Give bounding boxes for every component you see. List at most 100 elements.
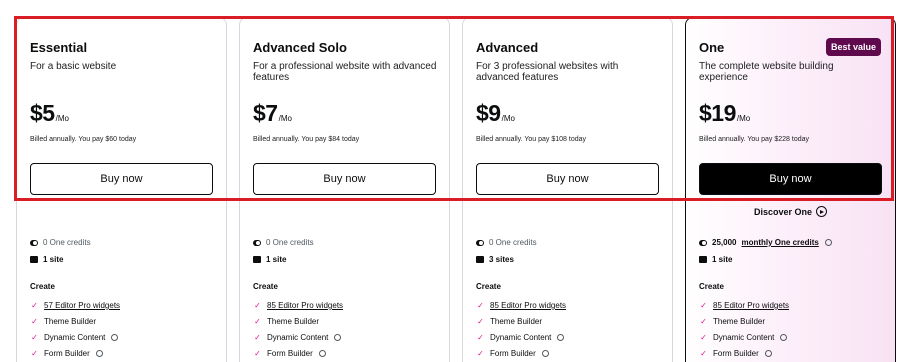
check-icon: ✓	[254, 317, 261, 326]
info-icon[interactable]	[541, 350, 549, 357]
check-icon: ✓	[700, 333, 707, 342]
credits-amount: 25,000	[712, 238, 737, 247]
check-icon: ✓	[477, 301, 484, 310]
feature-text: Theme Builder	[713, 317, 766, 326]
feature-link[interactable]: 85 Editor Pro widgets	[267, 301, 343, 310]
credits-row: 0 One credits	[253, 238, 441, 247]
price: $9 /Mo	[476, 100, 515, 127]
check-icon: ✓	[254, 333, 261, 342]
buy-now-button[interactable]: Buy now	[476, 163, 659, 195]
feature-item: ✓ Dynamic Content	[699, 333, 887, 342]
credits-text: 0 One credits	[266, 238, 314, 247]
credits-text: 0 One credits	[43, 238, 91, 247]
feature-link[interactable]: 85 Editor Pro widgets	[713, 301, 789, 310]
check-icon: ✓	[31, 301, 38, 310]
credits-link[interactable]: monthly One credits	[741, 238, 818, 247]
price: $19 /Mo	[699, 100, 750, 127]
billing-note: Billed annually. You pay $60 today	[30, 136, 137, 143]
feature-item: ✓ Form Builder	[30, 349, 218, 358]
credits-icon	[699, 239, 707, 246]
feature-text: Dynamic Content	[44, 333, 106, 342]
plan-card-advanced: Advanced For 3 professional websites wit…	[462, 17, 673, 362]
info-icon[interactable]	[318, 350, 326, 357]
price-unit: /Mo	[736, 114, 751, 123]
site-icon	[476, 256, 484, 263]
price-unit: /Mo	[55, 114, 69, 123]
feature-item: ✓ Form Builder	[476, 349, 664, 358]
info-icon[interactable]	[824, 239, 832, 246]
sites-text: 1 site	[266, 255, 287, 264]
check-icon: ✓	[31, 317, 38, 326]
feature-item: ✓ 85 Editor Pro widgets	[253, 301, 441, 310]
check-icon: ✓	[254, 301, 261, 310]
feature-text: Dynamic Content	[267, 333, 329, 342]
plan-description: For a basic website	[30, 61, 117, 72]
create-heading: Create	[699, 282, 724, 291]
plan-card-one: One Best value The complete website buil…	[685, 17, 896, 362]
feature-item: ✓ 85 Editor Pro widgets	[476, 301, 664, 310]
feature-item: ✓ Theme Builder	[699, 317, 887, 326]
price-amount: $9	[476, 100, 501, 126]
sites-row: 3 sites	[476, 255, 664, 264]
price-unit: /Mo	[278, 114, 292, 123]
feature-text: Theme Builder	[490, 317, 543, 326]
credits-row: 0 One credits	[476, 238, 664, 247]
buy-now-button[interactable]: Buy now	[253, 163, 436, 195]
feature-text: Dynamic Content	[713, 333, 775, 342]
price-amount: $19	[699, 100, 736, 126]
buy-now-button[interactable]: Buy now	[30, 163, 213, 195]
feature-item: ✓ Form Builder	[699, 349, 887, 358]
feature-item: ✓ Theme Builder	[253, 317, 441, 326]
feature-text: Theme Builder	[267, 317, 320, 326]
feature-text: Form Builder	[44, 349, 90, 358]
credits-icon	[30, 239, 38, 246]
feature-item: ✓ Dynamic Content	[476, 333, 664, 342]
check-icon: ✓	[31, 333, 38, 342]
info-icon[interactable]	[764, 350, 772, 357]
check-icon: ✓	[700, 349, 707, 358]
price-amount: $7	[253, 100, 278, 126]
info-icon[interactable]	[780, 334, 788, 341]
info-icon[interactable]	[557, 334, 565, 341]
check-icon: ✓	[31, 349, 38, 358]
info-icon[interactable]	[111, 334, 119, 341]
feature-item: ✓ Theme Builder	[30, 317, 218, 326]
feature-item: ✓ 85 Editor Pro widgets	[699, 301, 887, 310]
price-amount: $5	[30, 100, 55, 126]
plan-name: Essential	[30, 40, 88, 55]
check-icon: ✓	[477, 333, 484, 342]
discover-one-link[interactable]: Discover One	[686, 206, 895, 217]
price: $7 /Mo	[253, 100, 292, 127]
credits-icon	[476, 239, 484, 246]
check-icon: ✓	[254, 349, 261, 358]
play-icon	[816, 206, 828, 217]
create-heading: Create	[476, 282, 501, 291]
feature-item: ✓ 57 Editor Pro widgets	[30, 301, 218, 310]
credits-text: 0 One credits	[489, 238, 537, 247]
plan-card-advanced-solo: Advanced Solo For a professional website…	[239, 17, 450, 362]
price: $5 /Mo	[30, 100, 69, 127]
create-heading: Create	[30, 282, 55, 291]
plan-description: For a professional website with advanced…	[253, 61, 437, 83]
sites-row: 1 site	[30, 255, 218, 264]
billing-note: Billed annually. You pay $108 today	[476, 136, 587, 143]
sites-text: 1 site	[43, 255, 64, 264]
buy-now-button[interactable]: Buy now	[699, 163, 882, 195]
plan-name: Advanced Solo	[253, 40, 347, 55]
site-icon	[699, 256, 707, 263]
plan-card-essential: Essential For a basic website $5 /Mo Bil…	[16, 17, 227, 362]
check-icon: ✓	[700, 301, 707, 310]
feature-text: Form Builder	[490, 349, 536, 358]
credits-icon	[253, 239, 261, 246]
info-icon[interactable]	[334, 334, 342, 341]
credits-row: 25,000 monthly One credits	[699, 238, 887, 247]
discover-one-label: Discover One	[753, 206, 813, 217]
feature-link[interactable]: 57 Editor Pro widgets	[44, 301, 120, 310]
best-value-badge: Best value	[825, 38, 881, 56]
feature-link[interactable]: 85 Editor Pro widgets	[490, 301, 566, 310]
billing-note: Billed annually. You pay $84 today	[253, 136, 360, 143]
credits-row: 0 One credits	[30, 238, 218, 247]
sites-text: 1 site	[712, 255, 733, 264]
sites-row: 1 site	[699, 255, 887, 264]
info-icon[interactable]	[95, 350, 103, 357]
